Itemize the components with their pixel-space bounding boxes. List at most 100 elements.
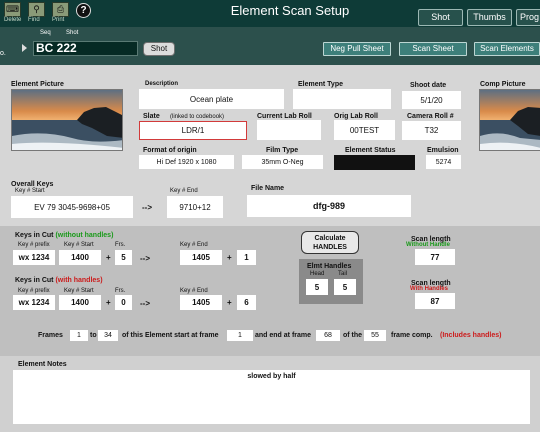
without-handles-label: (without handles): [55, 232, 114, 239]
includes-handles-label: (Includes handles): [440, 332, 502, 339]
format-field[interactable]: Hi Def 1920 x 1080: [139, 155, 234, 169]
camera-roll-label: Camera Roll #: [407, 113, 454, 120]
row1-key-end-field[interactable]: 1405: [180, 250, 222, 265]
slate-field[interactable]: LDR/1: [139, 121, 247, 140]
shoot-date-label: Shoot date: [410, 82, 447, 89]
frames-from-field[interactable]: 1: [70, 330, 88, 341]
start-frame-field[interactable]: 1: [227, 330, 253, 341]
frames-text-4: frame comp.: [391, 332, 433, 339]
delete-tool[interactable]: ⌨ Delete: [4, 2, 21, 23]
key-prefix-label: Key # prefix: [18, 242, 50, 248]
element-notes-field[interactable]: slowed by half: [13, 370, 530, 424]
with-handles-cap-label: With Handles: [410, 286, 448, 292]
overall-key-start-field[interactable]: EV 79 3045-9698+05: [11, 196, 133, 218]
description-field[interactable]: Ocean plate: [139, 89, 284, 109]
overall-arrow: -->: [142, 203, 152, 212]
emulsion-field[interactable]: 5274: [426, 155, 461, 169]
row1-key-prefix-field[interactable]: wx 1234: [13, 250, 55, 265]
keys-in-cut-label: Keys in Cut (without handles): [15, 232, 113, 239]
key-end-label-2: Key # End: [180, 288, 208, 294]
scan-sheet-button[interactable]: Scan Sheet: [399, 42, 467, 56]
row2-key-start-field[interactable]: 1400: [59, 295, 101, 310]
shot-button[interactable]: Shot: [143, 42, 175, 56]
comp-picture[interactable]: [479, 89, 540, 151]
element-picture[interactable]: [11, 89, 123, 151]
overall-key-end-field[interactable]: 9710+12: [167, 196, 223, 218]
file-name-label: File Name: [251, 185, 285, 192]
row2-frs-field[interactable]: 0: [115, 295, 132, 310]
element-notes-label: Element Notes: [18, 361, 67, 368]
scan-length-without-field[interactable]: 77: [415, 249, 455, 265]
frames-text-2: and end at frame: [255, 332, 312, 339]
tab-shot[interactable]: Shot: [418, 9, 463, 26]
key-start-label-2: Key # Start: [64, 288, 94, 294]
comp-frames-field[interactable]: 55: [364, 330, 386, 341]
frs-label: Frs.: [115, 242, 126, 248]
keys-in-cut-title-2: Keys in Cut: [15, 277, 54, 284]
description-label: Description: [145, 81, 179, 87]
film-type-label: Film Type: [266, 147, 299, 154]
tab-thumbs[interactable]: Thumbs: [467, 9, 512, 26]
left-fragment: o.: [0, 50, 6, 57]
tail-field[interactable]: 5: [334, 279, 356, 295]
trash-icon: ⌨: [4, 2, 21, 17]
page-title: Element Scan Setup: [230, 3, 350, 18]
camera-roll-field[interactable]: T32: [402, 121, 461, 140]
frs-label-2: Frs.: [115, 288, 126, 294]
slate-note: (linked to codebook): [170, 114, 225, 120]
head-label: Head: [310, 271, 325, 277]
orig-lab-roll-field[interactable]: 00TEST: [334, 120, 395, 140]
film-type-field[interactable]: 35mm O-Neg: [242, 155, 323, 169]
shot-field[interactable]: BC 222: [33, 41, 138, 56]
comp-picture-label: Comp Picture: [480, 81, 526, 88]
shoot-date-field[interactable]: 5/1/20: [402, 91, 461, 109]
print-tool[interactable]: ⎙ Print: [52, 2, 69, 23]
row1-end-frs-field[interactable]: 1: [237, 250, 256, 265]
overall-key-start-label: Key # Start: [15, 188, 45, 194]
element-status-field[interactable]: [334, 155, 415, 170]
help-icon[interactable]: ?: [76, 3, 91, 18]
disclosure-triangle-icon[interactable]: [22, 44, 27, 52]
scan-elements-button[interactable]: Scan Elements: [474, 42, 540, 56]
emulsion-label: Emulsion: [427, 147, 459, 154]
row2-end-plus: +: [227, 298, 232, 307]
tab-prog[interactable]: Prog: [516, 9, 540, 26]
row1-plus: +: [106, 253, 111, 262]
element-type-field[interactable]: [293, 89, 391, 109]
key-prefix-label-2: Key # prefix: [18, 288, 50, 294]
calculate-handles-button[interactable]: Calculate HANDLES: [301, 231, 359, 254]
printer-icon: ⎙: [52, 2, 69, 17]
slate-label: Slate: [143, 113, 160, 120]
head-field[interactable]: 5: [306, 279, 328, 295]
frames-to-label: to: [90, 332, 97, 339]
frames-to-field[interactable]: 34: [98, 330, 118, 341]
row2-key-end-field[interactable]: 1405: [180, 295, 222, 310]
scan-length-with-field[interactable]: 87: [415, 293, 455, 309]
row1-end-plus: +: [227, 253, 232, 262]
frames-label: Frames: [38, 332, 63, 339]
row2-plus: +: [106, 298, 111, 307]
end-frame-field[interactable]: 68: [316, 330, 340, 341]
without-handle-label: Without Handle: [406, 242, 450, 248]
keys-in-cut-title: Keys in Cut: [15, 232, 54, 239]
shot-label: Shot: [66, 30, 79, 36]
row1-frs-field[interactable]: 5: [115, 250, 132, 265]
format-label: Format of origin: [143, 147, 197, 154]
with-handles-label: (with handles): [55, 277, 103, 284]
row1-key-start-field[interactable]: 1400: [59, 250, 101, 265]
row2-key-prefix-field[interactable]: wx 1234: [13, 295, 55, 310]
find-tool[interactable]: ⚲ Find: [28, 2, 45, 23]
magnifier-icon: ⚲: [28, 2, 45, 17]
row2-arrow: -->: [140, 299, 150, 308]
current-lab-roll-field[interactable]: [257, 120, 321, 140]
element-status-label: Element Status: [345, 147, 396, 154]
neg-pull-sheet-button[interactable]: Neg Pull Sheet: [323, 42, 391, 56]
element-picture-label: Element Picture: [11, 81, 64, 88]
frames-text-1: of this Element start at frame: [122, 332, 219, 339]
current-lab-roll-label: Current Lab Roll: [257, 113, 312, 120]
frames-text-3: of the: [343, 332, 363, 339]
elmt-handles-label: Elmt Handles: [307, 263, 352, 270]
file-name-field[interactable]: dfg-989: [247, 195, 411, 217]
row2-end-frs-field[interactable]: 6: [237, 295, 256, 310]
element-type-label: Element Type: [298, 81, 343, 88]
